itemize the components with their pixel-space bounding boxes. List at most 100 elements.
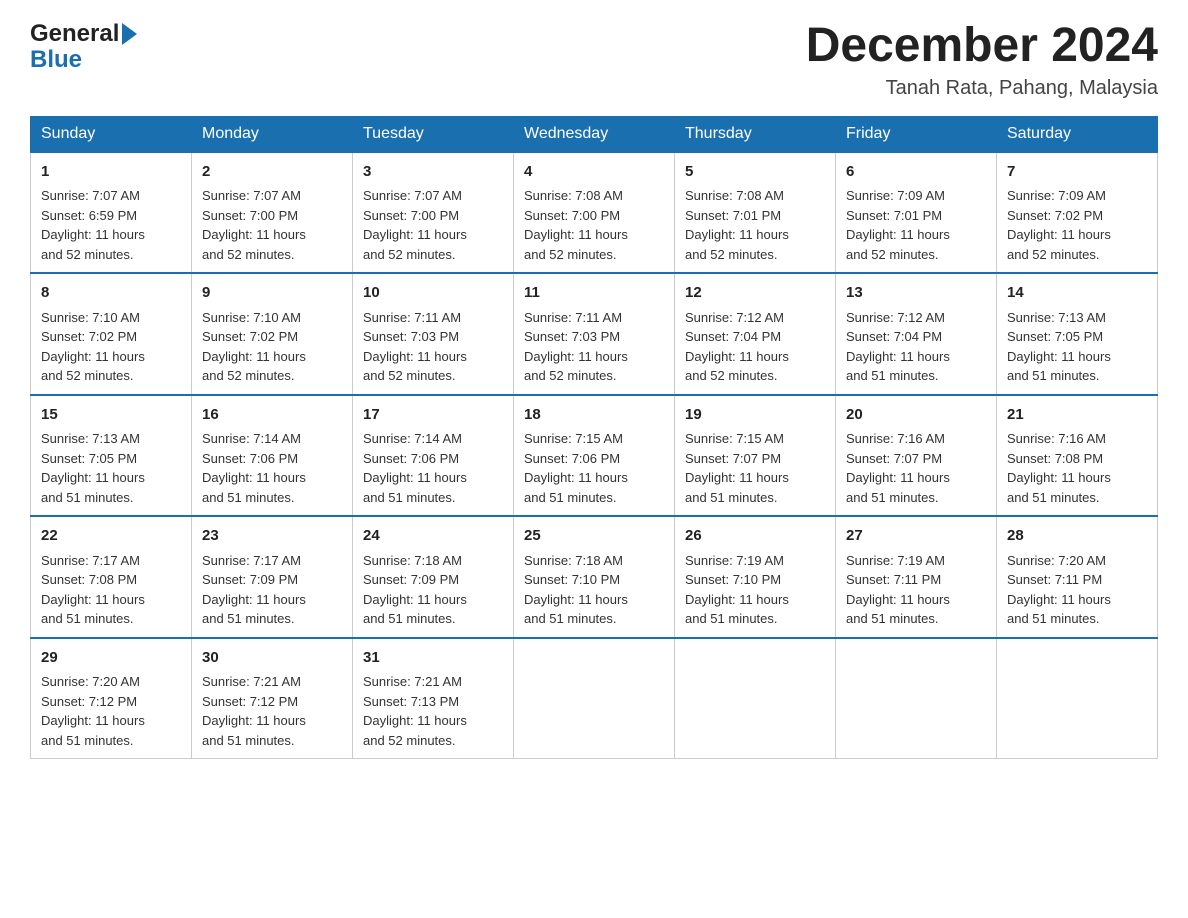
day-info: Sunrise: 7:16 AM Sunset: 7:08 PM Dayligh… xyxy=(1007,429,1147,507)
calendar-day-cell: 6Sunrise: 7:09 AM Sunset: 7:01 PM Daylig… xyxy=(836,152,997,274)
day-number: 10 xyxy=(363,282,503,305)
calendar-day-cell: 11 Sunrise: 7:11 AM Sunset: 7:03 PM Dayli… xyxy=(514,273,675,395)
day-header-friday: Friday xyxy=(836,116,997,152)
day-info: Sunrise: 7:07 AM Sunset: 6:59 PM Dayligh… xyxy=(41,186,181,264)
day-header-monday: Monday xyxy=(192,116,353,152)
calendar-week-row: 8 Sunrise: 7:10 AM Sunset: 7:02 PM Daylig… xyxy=(31,273,1158,395)
day-info: Sunrise: 7:07 AM Sunset: 7:00 PM Dayligh… xyxy=(363,186,503,264)
day-info: Sunrise: 7:18 AM Sunset: 7:10 PM Dayligh… xyxy=(524,551,664,629)
day-info: Sunrise: 7:09 AM Sunset: 7:01 PM Dayligh… xyxy=(846,186,986,264)
day-number: 24 xyxy=(363,525,503,548)
day-info: Sunrise: 7:17 AM Sunset: 7:09 PM Dayligh… xyxy=(202,551,342,629)
calendar-day-cell: 22Sunrise: 7:17 AM Sunset: 7:08 PM Dayli… xyxy=(31,516,192,638)
day-info: Sunrise: 7:11 AM Sunset: 7:03 PM Dayligh… xyxy=(363,308,503,386)
day-info: Sunrise: 7:19 AM Sunset: 7:10 PM Dayligh… xyxy=(685,551,825,629)
day-info: Sunrise: 7:20 AM Sunset: 7:11 PM Dayligh… xyxy=(1007,551,1147,629)
day-header-tuesday: Tuesday xyxy=(353,116,514,152)
day-number: 16 xyxy=(202,404,342,427)
calendar-week-row: 15Sunrise: 7:13 AM Sunset: 7:05 PM Dayli… xyxy=(31,395,1158,517)
day-info: Sunrise: 7:14 AM Sunset: 7:06 PM Dayligh… xyxy=(363,429,503,507)
calendar-day-cell xyxy=(836,638,997,759)
day-number: 4 xyxy=(524,161,664,184)
calendar-day-cell: 19Sunrise: 7:15 AM Sunset: 7:07 PM Dayli… xyxy=(675,395,836,517)
calendar-day-cell xyxy=(997,638,1158,759)
day-number: 20 xyxy=(846,404,986,427)
calendar-day-cell: 28 Sunrise: 7:20 AM Sunset: 7:11 PM Dayli… xyxy=(997,516,1158,638)
day-number: 30 xyxy=(202,647,342,670)
calendar-day-cell: 13 Sunrise: 7:12 AM Sunset: 7:04 PM Dayli… xyxy=(836,273,997,395)
day-info: Sunrise: 7:21 AM Sunset: 7:13 PM Dayligh… xyxy=(363,672,503,750)
day-number: 5 xyxy=(685,161,825,184)
day-number: 28 xyxy=(1007,525,1147,548)
day-number: 3 xyxy=(363,161,503,184)
calendar-day-cell: 3Sunrise: 7:07 AM Sunset: 7:00 PM Daylig… xyxy=(353,152,514,274)
day-number: 25 xyxy=(524,525,664,548)
title-section: December 2024 Tanah Rata, Pahang, Malays… xyxy=(806,20,1158,100)
day-number: 13 xyxy=(846,282,986,305)
page-header: General Blue December 2024 Tanah Rata, P… xyxy=(30,20,1158,100)
day-info: Sunrise: 7:10 AM Sunset: 7:02 PM Dayligh… xyxy=(202,308,342,386)
calendar-day-cell: 29Sunrise: 7:20 AM Sunset: 7:12 PM Dayli… xyxy=(31,638,192,759)
day-info: Sunrise: 7:13 AM Sunset: 7:05 PM Dayligh… xyxy=(41,429,181,507)
day-number: 8 xyxy=(41,282,181,305)
day-info: Sunrise: 7:15 AM Sunset: 7:06 PM Dayligh… xyxy=(524,429,664,507)
day-number: 2 xyxy=(202,161,342,184)
calendar-week-row: 1Sunrise: 7:07 AM Sunset: 6:59 PM Daylig… xyxy=(31,152,1158,274)
calendar-day-cell: 4Sunrise: 7:08 AM Sunset: 7:00 PM Daylig… xyxy=(514,152,675,274)
day-info: Sunrise: 7:10 AM Sunset: 7:02 PM Dayligh… xyxy=(41,308,181,386)
day-number: 23 xyxy=(202,525,342,548)
day-number: 31 xyxy=(363,647,503,670)
calendar-day-cell: 25 Sunrise: 7:18 AM Sunset: 7:10 PM Dayli… xyxy=(514,516,675,638)
day-number: 12 xyxy=(685,282,825,305)
day-header-thursday: Thursday xyxy=(675,116,836,152)
day-number: 26 xyxy=(685,525,825,548)
day-info: Sunrise: 7:09 AM Sunset: 7:02 PM Dayligh… xyxy=(1007,186,1147,264)
calendar-day-cell: 2Sunrise: 7:07 AM Sunset: 7:00 PM Daylig… xyxy=(192,152,353,274)
calendar-day-cell: 21Sunrise: 7:16 AM Sunset: 7:08 PM Dayli… xyxy=(997,395,1158,517)
day-info: Sunrise: 7:07 AM Sunset: 7:00 PM Dayligh… xyxy=(202,186,342,264)
day-info: Sunrise: 7:12 AM Sunset: 7:04 PM Dayligh… xyxy=(846,308,986,386)
calendar-day-cell: 31Sunrise: 7:21 AM Sunset: 7:13 PM Dayli… xyxy=(353,638,514,759)
day-number: 29 xyxy=(41,647,181,670)
calendar-day-cell xyxy=(514,638,675,759)
calendar-day-cell: 14 Sunrise: 7:13 AM Sunset: 7:05 PM Dayli… xyxy=(997,273,1158,395)
day-info: Sunrise: 7:08 AM Sunset: 7:01 PM Dayligh… xyxy=(685,186,825,264)
calendar-day-cell xyxy=(675,638,836,759)
calendar-day-cell: 30Sunrise: 7:21 AM Sunset: 7:12 PM Dayli… xyxy=(192,638,353,759)
day-info: Sunrise: 7:08 AM Sunset: 7:00 PM Dayligh… xyxy=(524,186,664,264)
calendar-day-cell: 18Sunrise: 7:15 AM Sunset: 7:06 PM Dayli… xyxy=(514,395,675,517)
day-info: Sunrise: 7:16 AM Sunset: 7:07 PM Dayligh… xyxy=(846,429,986,507)
day-number: 27 xyxy=(846,525,986,548)
calendar-day-cell: 17Sunrise: 7:14 AM Sunset: 7:06 PM Dayli… xyxy=(353,395,514,517)
day-header-sunday: Sunday xyxy=(31,116,192,152)
logo-general-text: General xyxy=(30,20,119,48)
calendar-day-cell: 16Sunrise: 7:14 AM Sunset: 7:06 PM Dayli… xyxy=(192,395,353,517)
day-number: 22 xyxy=(41,525,181,548)
day-info: Sunrise: 7:15 AM Sunset: 7:07 PM Dayligh… xyxy=(685,429,825,507)
location-title: Tanah Rata, Pahang, Malaysia xyxy=(806,77,1158,100)
logo-arrow-icon xyxy=(122,23,137,45)
day-info: Sunrise: 7:19 AM Sunset: 7:11 PM Dayligh… xyxy=(846,551,986,629)
day-number: 11 xyxy=(524,282,664,305)
calendar-header-row: SundayMondayTuesdayWednesdayThursdayFrid… xyxy=(31,116,1158,152)
calendar-day-cell: 23 Sunrise: 7:17 AM Sunset: 7:09 PM Dayli… xyxy=(192,516,353,638)
day-info: Sunrise: 7:11 AM Sunset: 7:03 PM Dayligh… xyxy=(524,308,664,386)
day-info: Sunrise: 7:13 AM Sunset: 7:05 PM Dayligh… xyxy=(1007,308,1147,386)
day-info: Sunrise: 7:18 AM Sunset: 7:09 PM Dayligh… xyxy=(363,551,503,629)
day-number: 14 xyxy=(1007,282,1147,305)
calendar-day-cell: 10 Sunrise: 7:11 AM Sunset: 7:03 PM Dayli… xyxy=(353,273,514,395)
logo-blue-text: Blue xyxy=(30,46,82,74)
day-info: Sunrise: 7:14 AM Sunset: 7:06 PM Dayligh… xyxy=(202,429,342,507)
calendar-day-cell: 24 Sunrise: 7:18 AM Sunset: 7:09 PM Dayli… xyxy=(353,516,514,638)
calendar-day-cell: 8 Sunrise: 7:10 AM Sunset: 7:02 PM Daylig… xyxy=(31,273,192,395)
calendar-table: SundayMondayTuesdayWednesdayThursdayFrid… xyxy=(30,116,1158,760)
calendar-day-cell: 5Sunrise: 7:08 AM Sunset: 7:01 PM Daylig… xyxy=(675,152,836,274)
month-title: December 2024 xyxy=(806,20,1158,73)
day-number: 15 xyxy=(41,404,181,427)
day-number: 19 xyxy=(685,404,825,427)
day-header-saturday: Saturday xyxy=(997,116,1158,152)
calendar-day-cell: 20Sunrise: 7:16 AM Sunset: 7:07 PM Dayli… xyxy=(836,395,997,517)
day-info: Sunrise: 7:12 AM Sunset: 7:04 PM Dayligh… xyxy=(685,308,825,386)
logo-top: General xyxy=(30,20,137,48)
day-header-wednesday: Wednesday xyxy=(514,116,675,152)
